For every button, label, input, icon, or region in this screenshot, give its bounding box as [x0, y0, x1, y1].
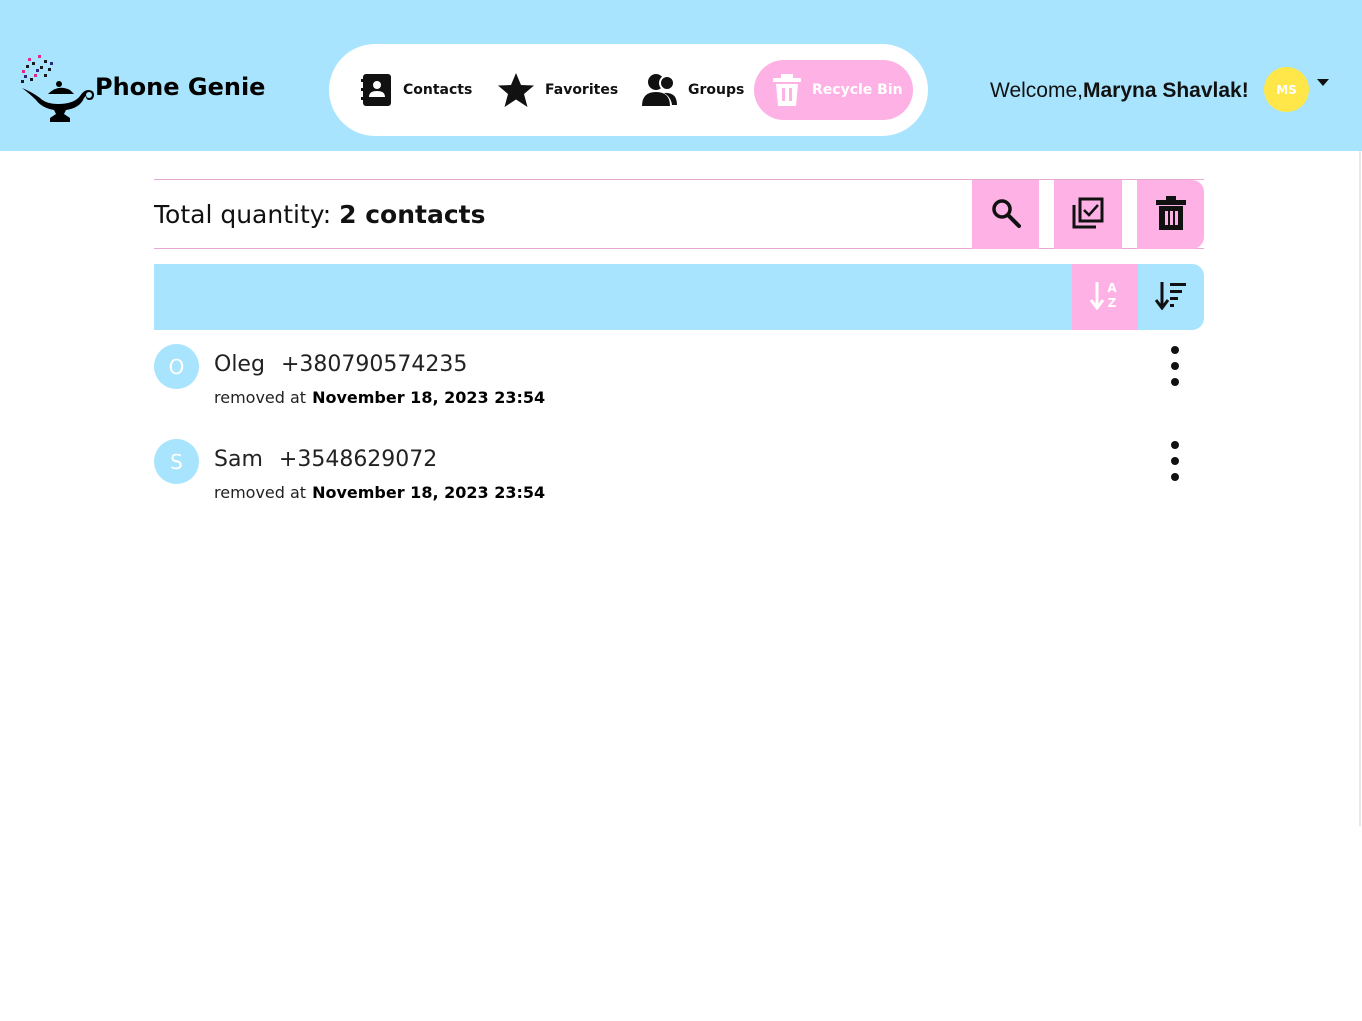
user-avatar[interactable]: MS: [1264, 67, 1309, 112]
avatar: S: [154, 439, 199, 484]
user-name: Maryna Shavlak!: [1082, 79, 1249, 102]
removed-date: November 18, 2023 23:54: [312, 483, 546, 502]
welcome-prefix: Welcome,: [990, 79, 1083, 102]
star-icon: [497, 72, 535, 108]
sort-order-button[interactable]: [1138, 264, 1204, 330]
svg-text:Z: Z: [1108, 296, 1117, 310]
more-options-icon[interactable]: [1164, 346, 1186, 386]
total-quantity: Total quantity: 2 contacts: [154, 200, 486, 229]
contact-phone: +380790574235: [280, 352, 468, 377]
contact-book-icon: [361, 73, 393, 107]
app-title[interactable]: Phone Genie: [95, 73, 265, 101]
search-icon: [991, 198, 1021, 232]
delete-all-button[interactable]: [1137, 180, 1204, 249]
sort-alpha-button[interactable]: A Z: [1072, 264, 1138, 330]
nav-label: Recycle Bin: [812, 82, 903, 98]
contact-line: Oleg +380790574235: [214, 352, 467, 377]
nav-item-groups[interactable]: Groups: [642, 60, 744, 120]
contact-name: Oleg: [214, 352, 265, 377]
contact-name: Sam: [214, 447, 263, 472]
sort-alpha-icon: A Z: [1089, 280, 1120, 314]
nav-label: Contacts: [403, 82, 473, 98]
sort-bar: A Z: [154, 264, 1204, 330]
removed-info: removed at November 18, 2023 23:54: [214, 388, 545, 407]
removed-date: November 18, 2023 23:54: [312, 388, 546, 407]
search-button[interactable]: [972, 180, 1039, 249]
total-count: 2 contacts: [339, 200, 486, 229]
users-icon: [642, 73, 678, 107]
list-item[interactable]: S Sam +3548629072 removed at November 18, …: [154, 439, 1204, 519]
avatar: O: [154, 344, 199, 389]
select-all-icon: [1071, 196, 1105, 234]
genie-lamp-icon[interactable]: [18, 52, 98, 126]
chevron-down-icon[interactable]: [1317, 79, 1329, 86]
svg-text:A: A: [1107, 281, 1117, 295]
nav-label: Groups: [688, 82, 745, 98]
main-nav: Contacts Favorites Groups Recycle Bin: [329, 44, 928, 136]
contact-phone: +3548629072: [278, 447, 438, 472]
select-all-button[interactable]: [1054, 180, 1122, 249]
removed-label: removed at: [214, 483, 307, 502]
welcome-text: Welcome,Maryna Shavlak!: [990, 79, 1249, 103]
more-options-icon[interactable]: [1164, 441, 1186, 481]
removed-info: removed at November 18, 2023 23:54: [214, 483, 545, 502]
sort-order-icon: [1154, 280, 1187, 314]
header: Phone Genie Contacts Favorites Groups Re…: [0, 0, 1362, 151]
nav-label: Favorites: [545, 82, 619, 98]
contact-line: Sam +3548629072: [214, 447, 437, 472]
nav-item-contacts[interactable]: Contacts: [361, 60, 472, 120]
trash-icon: [772, 74, 802, 106]
nav-item-recycle-bin[interactable]: Recycle Bin: [754, 60, 913, 120]
toolbar: Total quantity: 2 contacts: [154, 179, 1204, 249]
delete-icon: [1155, 195, 1186, 234]
nav-item-favorites[interactable]: Favorites: [497, 60, 618, 120]
removed-label: removed at: [214, 388, 307, 407]
list-item[interactable]: O Oleg +380790574235 removed at November 1…: [154, 344, 1204, 424]
divider: [1359, 151, 1361, 826]
total-label: Total quantity:: [154, 200, 332, 229]
